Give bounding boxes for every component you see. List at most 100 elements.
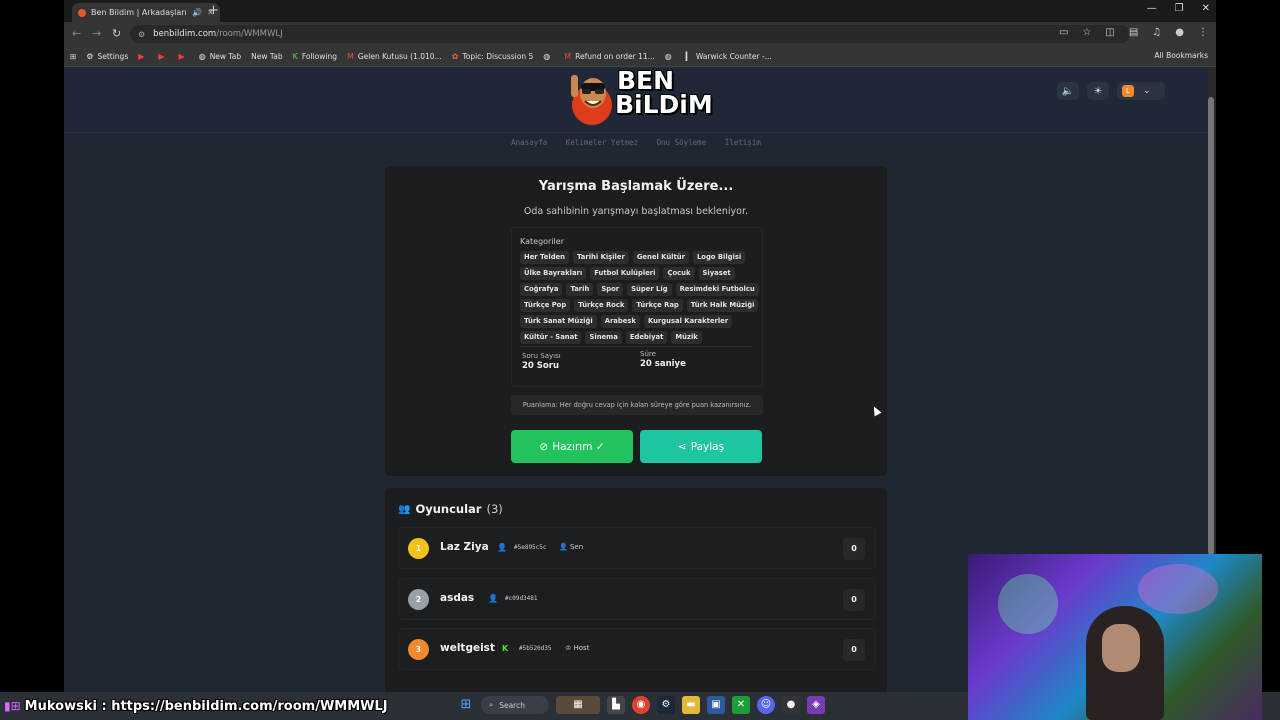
category-chip: Tarihi Kişiler [573,251,629,264]
profile-icon[interactable]: ● [1175,27,1184,38]
category-chip: Tarih [566,283,594,296]
address-bar[interactable]: ⚙ benbildim.com /room/WMMWLJ [130,25,1130,43]
extensions-icon[interactable]: ◫ [1105,27,1114,38]
app-icon[interactable]: ◈ [807,696,825,714]
bookmark-item[interactable]: M Gelen Kutusu (1.010... [347,52,442,61]
sound-icon[interactable]: 🔈 [1057,82,1079,100]
store-icon[interactable]: ▣ [707,696,725,714]
category-chip: Çocuk [663,267,695,280]
bookmark-star-icon[interactable]: ☆ [1082,27,1091,38]
check-circle-icon: ⊘ [539,440,549,453]
speaker-icon[interactable]: 🔊 [192,8,202,17]
new-tab-button[interactable]: + [208,3,219,19]
user-icon: 👤 [497,543,507,552]
youtube-icon: ▶ [158,51,165,61]
logo-text: BEN BiLDiM [615,67,713,119]
player-id: #5b520d35 [519,645,552,652]
bookmark-item[interactable]: ▶ [179,52,189,61]
bookmark-item[interactable]: ⚙ Settings [86,52,128,61]
browser-chrome: Ben Bildim | Arkadaşlarınla 🔊 ✕ + — ❐ ✕ … [64,0,1216,67]
category-chip: Resimdeki Futbolcu [675,283,759,296]
chrome-icon[interactable]: ◉ [632,696,650,714]
apps-icon[interactable]: ⊞ [70,52,76,61]
ready-button[interactable]: ⊘ Hazırım ✓ [511,430,633,463]
minimize-icon[interactable]: — [1147,3,1157,14]
tab-title: Ben Bildim | Arkadaşlarınla [91,8,187,17]
reload-icon[interactable]: ↻ [112,27,121,40]
toolbar-actions: ▭ ☆ ◫ ▤ ♫ ● ⋮ [1059,27,1208,38]
cast-icon[interactable]: ▭ [1059,27,1068,38]
bookmark-item[interactable]: ▎ Warwick Counter -... [686,52,772,61]
player-name: weltgeist [440,642,495,654]
divider [520,346,752,347]
globe-icon: ◍ [198,51,206,61]
ticker-text: Mukowski : https://benbildim.com/room/WM… [24,698,388,714]
bookmark-item[interactable]: ✿ Topic: Discussion 5 [452,52,534,61]
nav-home[interactable]: Anasayfa [511,138,547,147]
discord-icon[interactable]: ☺ [757,696,775,714]
file-icon[interactable]: ▙ [607,696,625,714]
bookmark-item[interactable]: ▶ [138,52,148,61]
nav-contact[interactable]: İletişim [725,138,761,147]
browser-tab[interactable]: Ben Bildim | Arkadaşlarınla 🔊 ✕ [72,3,220,22]
player-score: 0 [843,538,865,560]
category-chip: Süper Lig [627,283,672,296]
bookmark-item[interactable]: K Following [293,52,337,61]
site-favicon-icon [78,8,86,17]
back-icon[interactable]: ← [72,27,81,40]
forward-icon[interactable]: → [92,27,101,40]
bookmark-item[interactable]: ◍ [543,52,554,61]
windows-start-icon[interactable]: ⊞ [458,697,474,713]
category-chip: Edebiyat [625,331,668,344]
players-header: 👥 Oyuncular (3) [398,502,503,516]
category-chip: Türkçe Rap [632,299,683,312]
bookmark-item[interactable]: ◍ [665,52,676,61]
globe-icon: ◍ [543,51,551,61]
user-menu-button[interactable]: L ⌄ [1117,82,1165,100]
url-path: /room/WMMWLJ [216,29,283,39]
duration: Süre 20 saniye [640,350,686,369]
all-bookmarks[interactable]: All Bookmarks [1154,51,1208,60]
webcam-overlay [968,554,1262,720]
gmail-icon: M [564,51,572,61]
share-icon: ⋖ [677,440,687,453]
nav-words[interactable]: Kelimeler Yetmez [566,138,638,147]
share-button[interactable]: ⋖ Paylaş [640,430,762,463]
bar-icon: ▎ [685,51,692,61]
widget-icon[interactable]: ▦ [556,696,600,714]
category-chip: Logo Bilgisi [692,251,746,264]
category-chips: Her Telden Tarihi Kişiler Genel Kültür Logo… [520,251,760,344]
obs-icon[interactable]: ● [782,696,800,714]
categories-label: Kategoriler [520,237,564,246]
site-info-icon[interactable]: ⚙ [138,30,145,39]
rank-badge: 1 [408,538,429,559]
category-chip: Türk Sanat Müziği [520,315,597,328]
xbox-icon[interactable]: ✕ [732,696,750,714]
site-logo[interactable]: BEN BiLDiM [567,68,713,129]
player-row: 3 weltgeist K #5b520d35 ♔ Host 0 [398,628,876,670]
players-card: 👥 Oyuncular (3) 1 Laz Ziya 👤 #5e895c5c 👤… [384,487,888,692]
restore-icon[interactable]: ❐ [1175,3,1184,14]
scrollbar-thumb[interactable] [1208,97,1214,555]
gear-icon: ⚙ [86,51,94,61]
bookmark-item[interactable]: ◍ New Tab [199,52,241,61]
category-chip: Coğrafya [520,283,563,296]
close-window-icon[interactable]: ✕ [1202,3,1210,14]
media-icon[interactable]: ♫ [1152,27,1161,38]
avatar: L [1122,85,1134,97]
taskbar-search[interactable]: ⌕ Search [481,696,549,714]
folder-icon[interactable]: ▬ [682,696,700,714]
nav-taboo[interactable]: Onu Söyleme [657,138,707,147]
bookmark-item[interactable]: ▶ [158,52,168,61]
steam-icon[interactable]: ⚙ [657,696,675,714]
rank-badge: 3 [408,639,429,660]
menu-icon[interactable]: ⋮ [1198,27,1208,38]
theme-toggle-icon[interactable]: ☀ [1087,82,1109,100]
search-icon: ⌕ [489,700,494,709]
bookmark-item[interactable]: M Refund on order 11... [564,52,655,61]
bookmark-item[interactable]: New Tab [251,52,282,61]
player-name: Laz Ziya [440,541,489,553]
players-title: Oyuncular [415,502,482,516]
sidepanel-icon[interactable]: ▤ [1129,27,1138,38]
players-count: (3) [486,502,503,516]
